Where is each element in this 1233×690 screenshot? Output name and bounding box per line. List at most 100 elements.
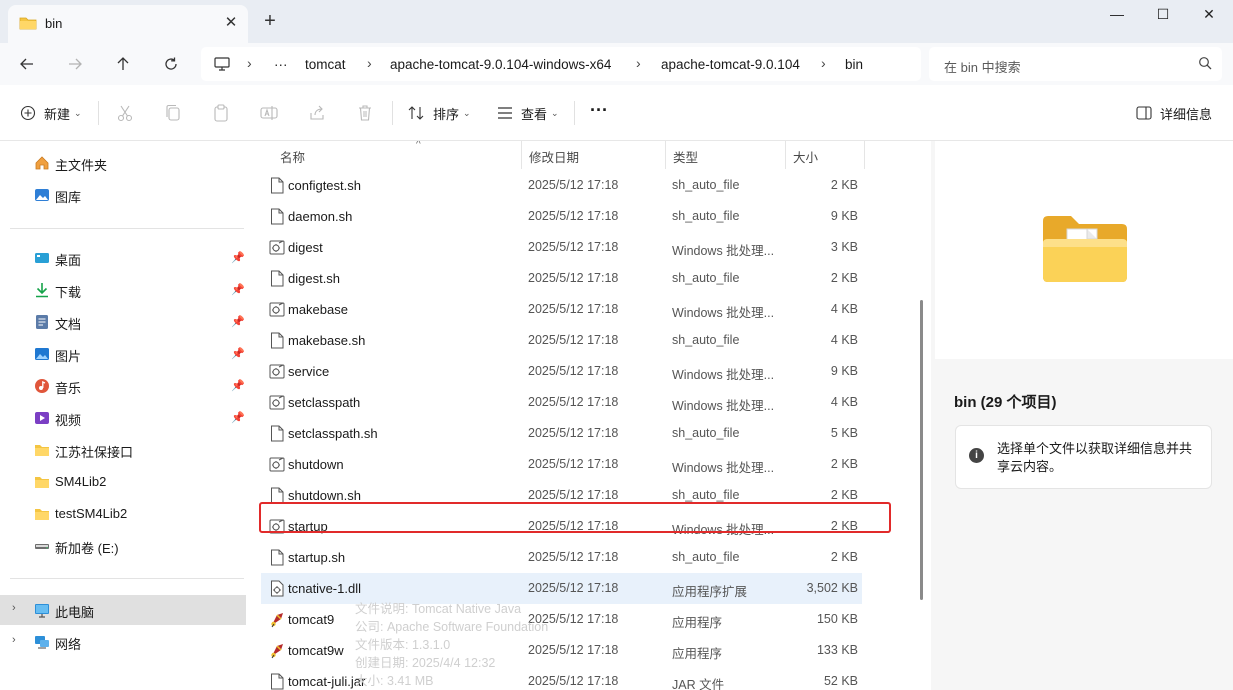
sidebar-item-documents[interactable]: 文档 📌	[0, 307, 246, 337]
preview-area	[935, 141, 1233, 359]
folder-icon	[35, 445, 49, 456]
file-type: 应用程序	[672, 647, 723, 661]
file-row[interactable]: setclasspath.sh 2025/5/12 17:18 sh_auto_fi…	[261, 418, 862, 449]
chevron-right-icon[interactable]: ›	[12, 634, 16, 646]
file-row[interactable]: setclasspath 2025/5/12 17:18 Windows 批处理..…	[261, 387, 862, 418]
file-date: 2025/5/12 17:18	[528, 271, 619, 285]
breadcrumb-bin[interactable]: bin	[845, 57, 863, 72]
file-row[interactable]: tomcat9 2025/5/12 17:18 应用程序 150 KB	[261, 604, 862, 635]
close-tab-icon[interactable]: ✕	[220, 12, 242, 34]
search-icon	[1199, 57, 1212, 70]
file-row[interactable]: startup.sh 2025/5/12 17:18 sh_auto_file 2 K…	[261, 542, 862, 573]
file-row[interactable]: tomcat9w 2025/5/12 17:18 应用程序 133 KB	[261, 635, 862, 666]
chevron-right-icon[interactable]: ›	[12, 602, 16, 614]
file-row[interactable]: digest 2025/5/12 17:18 Windows 批处理... 3 KB	[261, 232, 862, 263]
details-pane-button[interactable]: 详细信息	[1136, 101, 1212, 125]
pin-icon[interactable]: 📌	[231, 315, 245, 328]
address-bar[interactable]: › ··· tomcat › apache-tomcat-9.0.104-win…	[201, 47, 921, 81]
delete-icon[interactable]	[355, 103, 375, 123]
column-header-type[interactable]: 类型	[666, 141, 786, 169]
file-row[interactable]: service 2025/5/12 17:18 Windows 批处理... 9 KB	[261, 356, 862, 387]
tab-bin[interactable]: bin ✕	[8, 5, 248, 43]
more-options-button[interactable]: ···	[590, 98, 608, 122]
file-row[interactable]: digest.sh 2025/5/12 17:18 sh_auto_file 2 KB	[261, 263, 862, 294]
file-name: service	[288, 364, 330, 379]
vertical-scrollbar[interactable]	[920, 300, 923, 600]
breadcrumb-separator: ›	[367, 55, 372, 71]
breadcrumb-more[interactable]: ···	[274, 57, 288, 72]
sidebar-item-desktop[interactable]: 桌面 📌	[0, 243, 246, 273]
file-name: setclasspath	[288, 395, 361, 410]
column-header-label: 大小	[793, 151, 819, 165]
file-date: 2025/5/12 17:18	[528, 395, 619, 409]
copy-icon[interactable]	[163, 103, 183, 123]
close-window-button[interactable]: ✕	[1186, 0, 1232, 30]
sidebar-item-network[interactable]: › 网络	[0, 627, 246, 657]
file-icon	[269, 332, 285, 349]
sidebar-item-testsm4lib2[interactable]: testSM4Lib2	[0, 499, 246, 529]
new-button[interactable]: 新建 ⌄	[20, 101, 82, 125]
forward-button[interactable]	[61, 51, 89, 77]
sidebar-item-label: 桌面	[55, 253, 82, 268]
file-row[interactable]: makebase 2025/5/12 17:18 Windows 批处理... 4 K…	[261, 294, 862, 325]
pin-icon[interactable]: 📌	[231, 283, 245, 296]
file-tooltip: 文件说明: Tomcat Native Java 公司: Apache Soft…	[355, 600, 548, 690]
file-row[interactable]: daemon.sh 2025/5/12 17:18 sh_auto_file 9 KB	[261, 201, 862, 232]
info-icon: i	[969, 448, 984, 463]
sidebar-item-gallery[interactable]: 图库	[0, 180, 246, 210]
sidebar-item-music[interactable]: 音乐 📌	[0, 371, 246, 401]
sidebar-item-drive-e[interactable]: 新加卷 (E:)	[0, 531, 246, 561]
file-size: 2 KB	[830, 457, 858, 471]
file-type: 应用程序扩展	[672, 585, 748, 599]
tomcat-app-icon	[269, 611, 285, 628]
pin-icon[interactable]: 📌	[231, 379, 245, 392]
file-row[interactable]: tcnative-1.dll 2025/5/12 17:18 应用程序扩展 3,502…	[261, 573, 862, 604]
file-row[interactable]: makebase.sh 2025/5/12 17:18 sh_auto_file 4 …	[261, 325, 862, 356]
pin-icon[interactable]: 📌	[231, 347, 245, 360]
pin-icon[interactable]: 📌	[231, 251, 245, 264]
sidebar-item-jiangsu-folder[interactable]: 江苏社保接口	[0, 435, 246, 465]
view-button[interactable]: 查看 ⌄	[497, 101, 559, 125]
sidebar-item-home[interactable]: 主文件夹	[0, 148, 246, 178]
sidebar-item-this-pc[interactable]: › 此电脑	[0, 595, 246, 625]
file-name: tcnative-1.dll	[288, 581, 361, 596]
file-row[interactable]: configtest.sh 2025/5/12 17:18 sh_auto_file…	[261, 170, 862, 201]
chevron-down-icon: ⌄	[463, 107, 471, 118]
back-button[interactable]	[13, 51, 41, 77]
breadcrumb-tomcat[interactable]: tomcat	[305, 57, 346, 72]
file-type: Windows 批处理...	[672, 461, 775, 475]
share-icon[interactable]	[307, 103, 327, 123]
rename-icon[interactable]	[259, 103, 279, 123]
column-header-date[interactable]: 修改日期	[522, 141, 666, 169]
dll-icon	[269, 580, 285, 597]
batch-file-icon	[269, 301, 285, 318]
new-tab-button[interactable]: +	[258, 10, 282, 34]
minimize-button[interactable]: —	[1094, 0, 1140, 30]
sidebar-item-downloads[interactable]: 下载 📌	[0, 275, 246, 305]
column-header-name[interactable]: 名称 ^	[273, 141, 522, 169]
refresh-button[interactable]	[157, 51, 185, 77]
sidebar-item-label: 新加卷 (E:)	[55, 541, 119, 556]
breadcrumb-tomcat-version[interactable]: apache-tomcat-9.0.104	[661, 57, 800, 72]
search-box[interactable]: 在 bin 中搜索	[929, 47, 1222, 81]
file-row[interactable]: shutdown 2025/5/12 17:18 Windows 批处理... 2 K…	[261, 449, 862, 480]
maximize-button[interactable]: ☐	[1140, 0, 1186, 30]
paste-icon[interactable]	[211, 103, 231, 123]
toolbar-divider	[574, 101, 575, 125]
column-header-size[interactable]: 大小	[786, 141, 865, 169]
file-size: 150 KB	[816, 612, 858, 626]
sidebar-item-pictures[interactable]: 图片 📌	[0, 339, 246, 369]
file-name: configtest.sh	[288, 178, 361, 193]
breadcrumb-tomcat-windows[interactable]: apache-tomcat-9.0.104-windows-x64	[390, 57, 611, 72]
sort-button[interactable]: 排序 ⌄	[408, 101, 471, 125]
sidebar-item-label: 江苏社保接口	[55, 445, 134, 460]
details-label: 详细信息	[1160, 106, 1213, 122]
file-name: digest.sh	[288, 271, 341, 286]
tooltip-line: 创建日期: 2025/4/4 12:32	[355, 656, 496, 670]
up-button[interactable]	[109, 51, 137, 77]
pin-icon[interactable]: 📌	[231, 411, 245, 424]
file-row[interactable]: tomcat-juli.jar 2025/5/12 17:18 JAR 文件 52 K…	[261, 666, 862, 690]
sidebar-item-videos[interactable]: 视频 📌	[0, 403, 246, 433]
cut-icon[interactable]	[115, 103, 135, 123]
sidebar-item-sm4lib2[interactable]: SM4Lib2	[0, 467, 246, 497]
